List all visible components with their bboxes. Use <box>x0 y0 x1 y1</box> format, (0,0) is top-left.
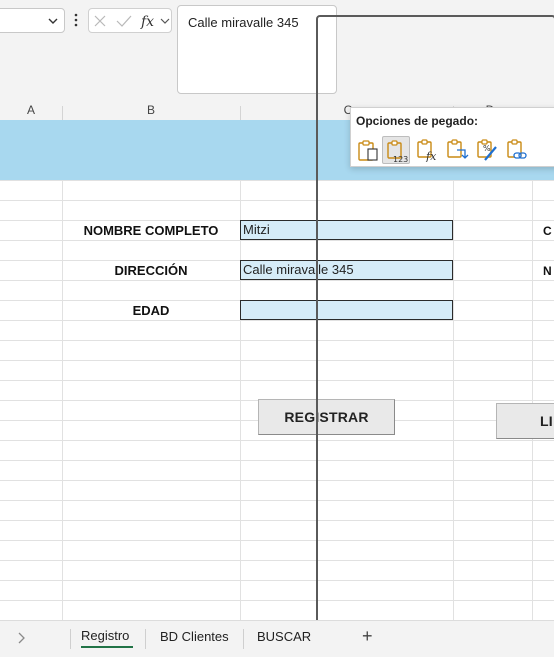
svg-text:123: 123 <box>393 155 408 163</box>
tab-bd-clientes[interactable]: BD Clientes <box>160 629 229 644</box>
check-icon[interactable] <box>116 14 132 28</box>
paste-formulas-icon: fx <box>417 139 437 162</box>
label-direccion: DIRECCIÓN <box>114 263 188 278</box>
right-label-c: C <box>543 224 552 238</box>
chevron-down-icon[interactable] <box>159 15 171 27</box>
column-header-a[interactable]: A <box>0 100 62 120</box>
paste-formatting-icon: % <box>477 139 497 161</box>
paste-values-button[interactable]: 123 <box>382 136 410 164</box>
chevron-down-icon[interactable] <box>46 14 60 28</box>
right-label-n: N <box>543 264 552 278</box>
svg-text:fx: fx <box>140 14 154 30</box>
transpose-icon <box>447 139 469 159</box>
active-tab-indicator <box>81 646 133 648</box>
input-edad[interactable] <box>240 300 453 320</box>
tab-buscar[interactable]: BUSCAR <box>257 629 311 644</box>
chevron-right-icon[interactable] <box>15 631 27 645</box>
svg-text:%: % <box>483 144 491 153</box>
paste-icon <box>358 140 378 161</box>
label-edad: EDAD <box>132 303 170 318</box>
paste-formulas-button[interactable]: fx <box>413 136 441 164</box>
paste-formatting-button[interactable]: % <box>473 136 501 164</box>
formula-bar: fx Calle miravalle 345 <box>0 0 554 100</box>
paste-values-icon: 123 <box>387 140 408 163</box>
paste-options-title: Opciones de pegado: <box>356 114 479 128</box>
input-direccion[interactable]: Calle miravalle 345 <box>240 260 453 280</box>
registrar-button[interactable]: REGISTRAR <box>258 399 395 435</box>
formula-input[interactable]: Calle miravalle 345 <box>177 5 337 94</box>
label-nombre-completo: NOMBRE COMPLETO <box>83 223 219 238</box>
more-vertical-icon[interactable] <box>72 10 80 30</box>
fx-icon[interactable]: fx <box>140 12 158 30</box>
sheet-tab-bar: Registro BD Clientes BUSCAR + <box>0 620 554 657</box>
input-nombre-completo[interactable]: Mitzi <box>240 220 453 240</box>
formula-actions: fx <box>88 8 172 33</box>
column-header-b[interactable]: B <box>62 100 240 120</box>
transpose-button[interactable] <box>443 136 471 164</box>
tab-registro[interactable]: Registro <box>81 628 129 643</box>
close-icon[interactable] <box>93 14 107 28</box>
add-sheet-button[interactable]: + <box>362 626 373 647</box>
paste-link-button[interactable] <box>503 136 531 164</box>
paste-button[interactable] <box>354 136 382 164</box>
svg-text:fx: fx <box>425 150 437 162</box>
paste-options-popup: Opciones de pegado: 123 fx % <box>350 107 554 167</box>
paste-link-icon <box>507 139 527 159</box>
limpiar-button[interactable]: LI <box>496 403 554 439</box>
spreadsheet-grid[interactable]: NOMBRE COMPLETO Mitzi DIRECCIÓN Calle mi… <box>0 120 554 620</box>
column-divider[interactable] <box>240 106 241 120</box>
name-box[interactable] <box>0 8 65 33</box>
